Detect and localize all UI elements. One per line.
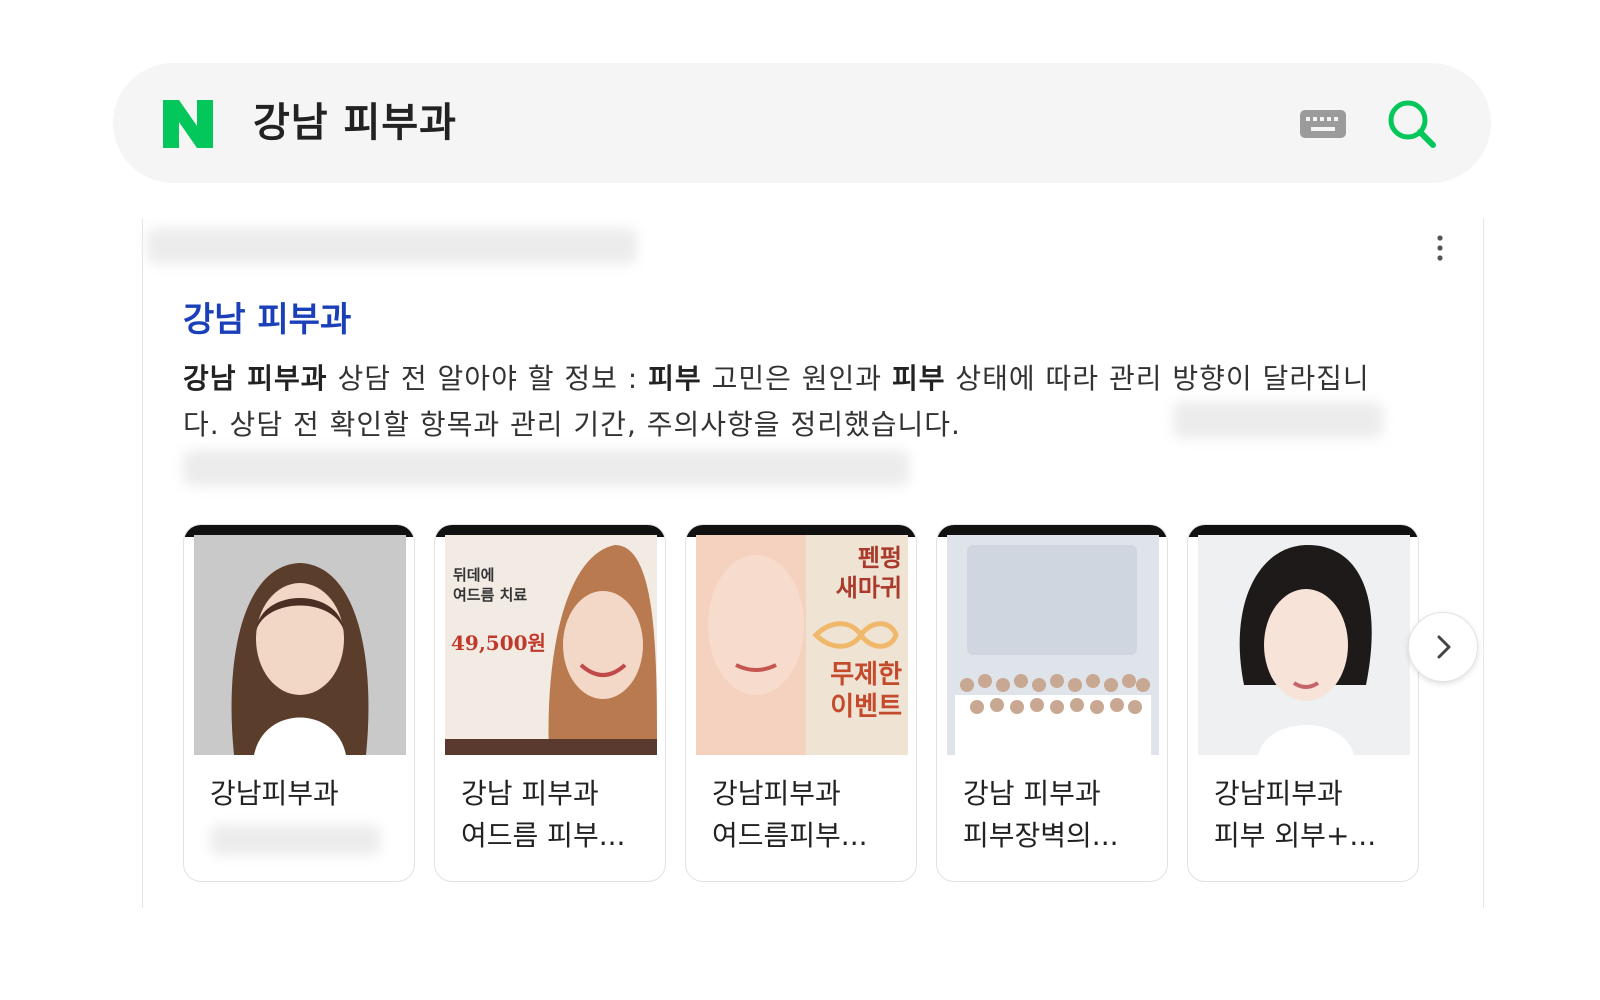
thumbnail-image: 펜펑 새마귀 무제한 이벤트	[696, 535, 908, 755]
chevron-right-icon	[1437, 635, 1451, 659]
thumbnail-caption-1: 강남피부과	[210, 777, 339, 810]
ad-heading: 뒤데에 여드름 치료	[453, 565, 527, 605]
desc-bold-2: 피부	[648, 362, 702, 395]
thumbnail-caption-1: 강남 피부과	[461, 777, 599, 810]
thumbnail-carousel: 강남피부과 뒤데에 여드름 치료 49,500원 강남 피부과 여드름 피부..…	[183, 524, 1483, 884]
thumbnail-card[interactable]: 강남 피부과 피부장벽의...	[936, 524, 1168, 882]
blurred-text	[1173, 402, 1383, 438]
naver-logo[interactable]	[163, 100, 213, 148]
more-vertical-icon[interactable]	[1433, 232, 1447, 264]
desc-bold-3: 피부	[891, 362, 946, 395]
thumbnail-image	[1198, 535, 1410, 755]
desc-text-2: 고민은 원인과	[701, 362, 892, 395]
ad-heading-2: 여드름 치료	[453, 586, 528, 604]
thumbnail-image	[194, 535, 406, 755]
thumbnail-image: 뒤데에 여드름 치료 49,500원	[445, 535, 657, 755]
keyboard-icon[interactable]	[1299, 108, 1347, 140]
ad-event-3: 무제한	[830, 660, 902, 690]
thumbnail-caption-2: 여드름 피부...	[461, 819, 626, 852]
thumbnail-caption-2: 피부장벽의...	[963, 819, 1119, 852]
ad-event-1: 펜펑	[857, 544, 902, 572]
thumbnail-caption-1: 강남피부과	[712, 777, 841, 810]
carousel-next-button[interactable]	[1408, 612, 1478, 682]
result-title[interactable]: 강남 피부과	[183, 292, 351, 341]
ad-price: 49,500원	[451, 631, 546, 655]
thumbnail-card[interactable]: 강남피부과	[183, 524, 415, 882]
thumbnail-caption-2: 여드름피부...	[712, 819, 868, 852]
desc-text-1: 상담 전 알아야 할 정보 :	[327, 362, 649, 395]
thumbnail-image	[947, 535, 1159, 755]
desc-bold-1: 강남 피부과	[183, 362, 328, 395]
search-query[interactable]: 강남 피부과	[253, 99, 457, 147]
blurred-caption	[210, 825, 380, 855]
ad-heading-1: 뒤데에	[453, 566, 495, 584]
ad-event: 펜펑 새마귀	[836, 543, 902, 603]
blurred-text	[183, 450, 909, 486]
result-card: 강남 피부과 강남 피부과 상담 전 알아야 할 정보 : 피부 고민은 원인과…	[142, 218, 1484, 908]
thumbnail-card[interactable]: 펜펑 새마귀 무제한 이벤트 강남피부과 여드름피부...	[685, 524, 917, 882]
ad-event-4: 이벤트	[830, 692, 902, 722]
ad-event-2: 새마귀	[835, 574, 902, 602]
thumbnail-card[interactable]: 뒤데에 여드름 치료 49,500원 강남 피부과 여드름 피부...	[434, 524, 666, 882]
thumbnail-card[interactable]: 강남피부과 피부 외부+...	[1187, 524, 1419, 882]
thumbnail-caption-2: 피부 외부+...	[1214, 819, 1377, 852]
thumbnail-caption-1: 강남 피부과	[963, 777, 1101, 810]
thumbnail-caption-1: 강남피부과	[1214, 777, 1343, 810]
blurred-source	[147, 228, 637, 264]
search-icon[interactable]	[1386, 98, 1438, 150]
search-bar[interactable]: 강남 피부과	[113, 63, 1491, 183]
ad-event-lower: 무제한 이벤트	[830, 659, 902, 723]
